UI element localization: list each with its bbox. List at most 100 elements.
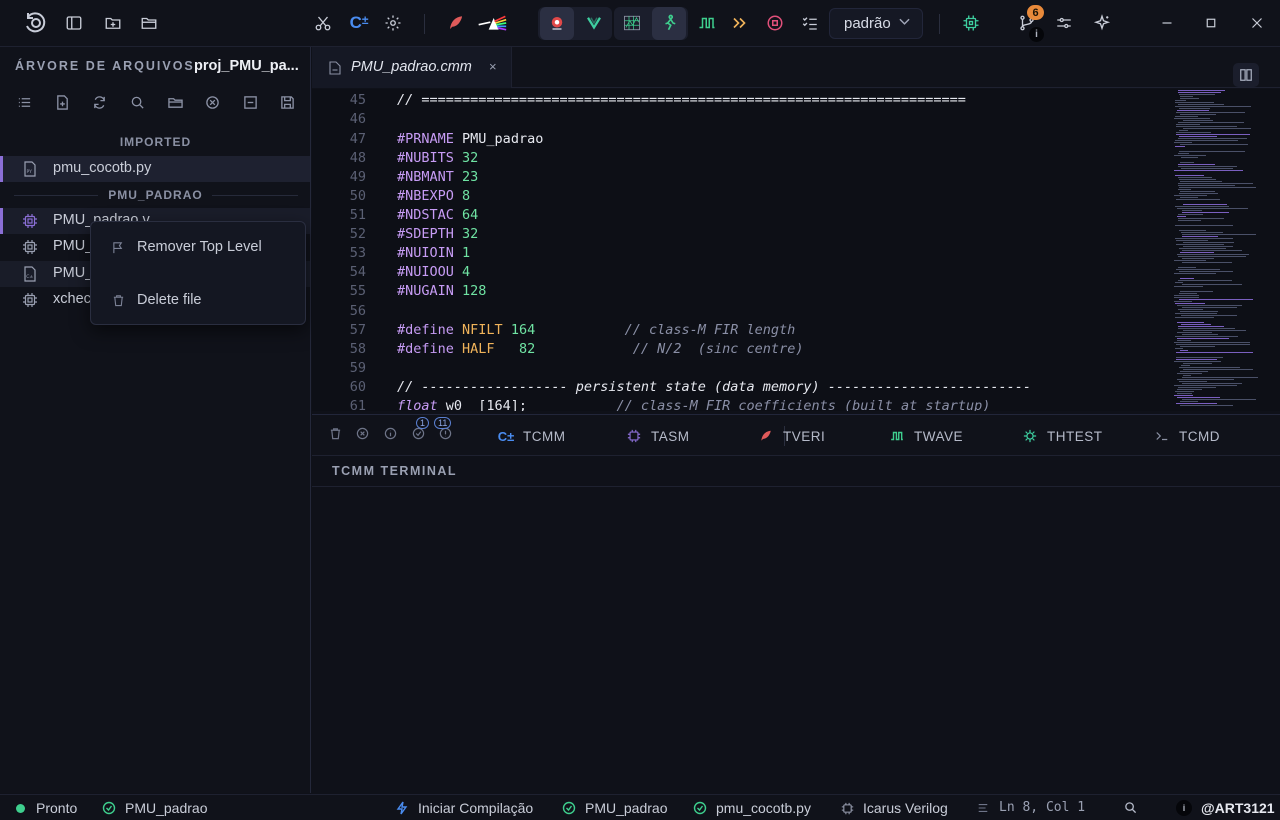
list-icon[interactable]	[14, 92, 34, 112]
status-project[interactable]: PMU_padrao	[102, 800, 208, 816]
search-icon[interactable]	[127, 92, 147, 112]
collapse-all-icon[interactable]	[240, 92, 260, 112]
start-compile-button[interactable]: Iniciar Compilação	[395, 800, 533, 816]
cut-icon[interactable]	[310, 10, 336, 36]
feather-icon[interactable]	[443, 10, 469, 36]
tab-tcmm[interactable]: C± TCMM	[498, 425, 566, 447]
logo-icon[interactable]	[21, 9, 49, 37]
minimap-line	[1180, 252, 1214, 253]
split-editor-icon[interactable]	[1233, 63, 1259, 87]
new-file-icon[interactable]	[52, 92, 72, 112]
stop-circle-icon[interactable]	[762, 10, 788, 36]
status-check-project-label: PMU_padrao	[585, 800, 668, 816]
line-number: 50	[349, 188, 366, 204]
prism-icon[interactable]	[474, 10, 510, 36]
file-row[interactable]: PY pmu_cocotb.py	[0, 156, 310, 182]
number-literal: 1	[462, 245, 471, 261]
fast-forward-icon[interactable]	[727, 10, 753, 36]
terminal-prompt-icon	[1155, 429, 1169, 443]
panel-tab-label: TWAVE	[914, 428, 963, 444]
minimap-line	[1182, 262, 1232, 263]
save-icon[interactable]	[277, 92, 297, 112]
minimap-line	[1174, 170, 1243, 171]
minimap-line	[1175, 282, 1183, 283]
minimap-line	[1180, 191, 1215, 192]
chip-icon[interactable]	[958, 10, 984, 36]
pulse-icon[interactable]	[694, 10, 720, 36]
minimap-line	[1179, 271, 1233, 272]
tab-thtest[interactable]: THTEST	[1023, 425, 1103, 447]
minimap-line	[1174, 342, 1250, 343]
new-folder-icon[interactable]	[100, 10, 126, 36]
tab-twave[interactable]: TWAVE	[890, 425, 963, 447]
cmm-icon[interactable]: C ±	[346, 10, 372, 36]
remove-top-level-item[interactable]: Remover Top Level	[91, 233, 307, 263]
code-minimap[interactable]	[1174, 89, 1264, 411]
minimap-line	[1179, 248, 1226, 249]
maximize-icon[interactable]	[1198, 10, 1224, 36]
status-search[interactable]	[1123, 800, 1146, 814]
sliders-icon[interactable]	[1051, 10, 1077, 36]
terminal-panel[interactable]: TCMM TERMINAL	[312, 457, 1280, 793]
code-line: 60 // ------------------ persistent state…	[312, 379, 1172, 398]
code-comment: // class-M FIR length	[624, 322, 796, 338]
mode-select[interactable]: padrão	[829, 8, 923, 39]
minimap-line	[1182, 284, 1242, 285]
status-user[interactable]: i @ART3121	[1176, 800, 1275, 816]
info-circle-icon[interactable]	[382, 425, 398, 441]
minimap-line	[1175, 102, 1214, 103]
editor-tab[interactable]: PMU_padrao.cmm ×	[312, 47, 512, 88]
minimap-line	[1176, 126, 1237, 127]
tab-tasm[interactable]: TASM	[627, 425, 690, 447]
status-bar: Pronto PMU_padrao Iniciar Compilação PMU…	[0, 794, 1280, 820]
sidebar-toggle-icon[interactable]	[61, 10, 87, 36]
svg-text:PY: PY	[27, 169, 33, 175]
project-name[interactable]: proj_PMU_pa...	[194, 58, 299, 74]
tab-tveri[interactable]: TVERI	[759, 425, 825, 447]
line-number: 51	[349, 207, 366, 223]
waveform-grid-icon[interactable]	[619, 10, 645, 36]
minimap-line	[1180, 114, 1216, 115]
line-number: 49	[349, 169, 366, 185]
green-figure-icon[interactable]	[657, 10, 683, 36]
section-divider	[14, 195, 98, 196]
trash-icon[interactable]	[327, 425, 343, 441]
code-line: 61 float w0 [164]; // class-M FIR coeffic…	[312, 398, 1172, 411]
open-folder-icon[interactable]	[136, 10, 162, 36]
open-folder-icon[interactable]	[165, 92, 185, 112]
v-icon[interactable]	[581, 10, 607, 36]
number-literal: 164	[510, 322, 536, 338]
minimap-line	[1178, 153, 1189, 154]
mode-select-value: padrão	[844, 15, 891, 32]
status-cursor-position[interactable]: Ln 8, Col 1	[976, 800, 1085, 815]
tab-close-icon[interactable]: ×	[489, 59, 497, 74]
minimap-line	[1176, 269, 1220, 270]
close-circle-icon[interactable]	[202, 92, 222, 112]
code-editor[interactable]: 45 // ===================================…	[312, 89, 1280, 411]
minimap-line	[1175, 100, 1186, 101]
minimap-line	[1177, 393, 1192, 394]
minimap-line	[1179, 94, 1215, 95]
minimap-line	[1180, 371, 1208, 372]
minimap-line	[1182, 377, 1258, 378]
minimap-line	[1180, 162, 1194, 163]
minimize-icon[interactable]	[1154, 10, 1180, 36]
delete-file-item[interactable]: Delete file	[91, 286, 307, 316]
close-circle-icon[interactable]	[354, 425, 370, 441]
info-badge: i	[1029, 27, 1044, 42]
status-simulator[interactable]: Icarus Verilog	[840, 800, 948, 816]
status-simulator-label: Icarus Verilog	[863, 800, 948, 816]
code-line: 50 #NBEXPO 8	[312, 188, 1172, 207]
close-icon[interactable]	[1244, 10, 1270, 36]
status-check-project[interactable]: PMU_padrao	[562, 800, 668, 816]
settings-gear-icon[interactable]	[380, 10, 406, 36]
refresh-icon[interactable]	[89, 92, 109, 112]
sparkle-icon[interactable]	[1089, 10, 1115, 36]
minimap-line	[1176, 357, 1223, 358]
tab-tcmd[interactable]: TCMD	[1155, 425, 1220, 447]
minimap-line	[1182, 210, 1202, 211]
checklist-icon[interactable]	[797, 10, 823, 36]
status-check-file[interactable]: pmu_cocotb.py	[693, 800, 811, 816]
file-name: xchec	[53, 291, 91, 307]
red-bug-icon[interactable]	[544, 10, 570, 36]
